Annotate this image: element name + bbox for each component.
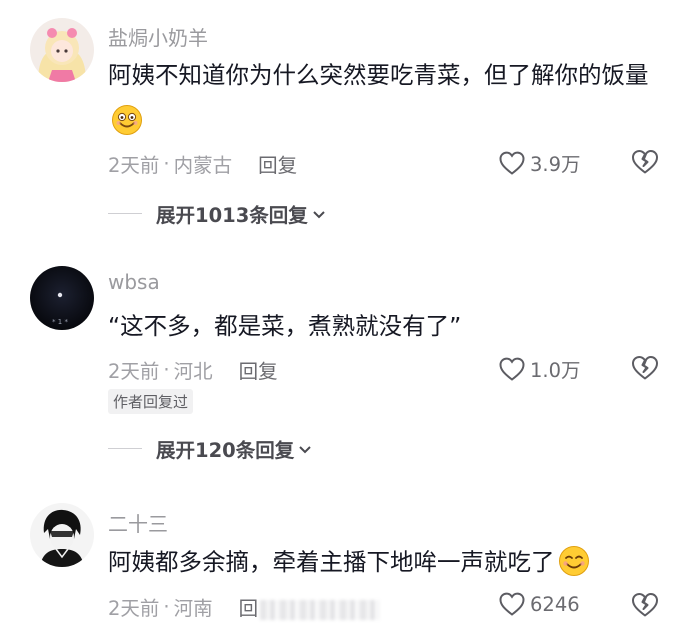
smile-emoji-icon <box>111 104 143 136</box>
avatar[interactable] <box>30 503 94 567</box>
divider-line <box>108 213 142 214</box>
comment-text: 阿姨都多余摘，牵着主播下地哞一声就吃了 <box>108 539 668 585</box>
heart-outline-icon <box>499 592 525 616</box>
smile-emoji-icon <box>558 545 590 577</box>
like-count: 6246 <box>530 592 580 616</box>
dislike-button[interactable] <box>630 591 660 622</box>
chevron-down-icon <box>312 202 326 225</box>
comment-time: 2天前 <box>108 597 160 620</box>
meta-separator: · <box>163 595 170 618</box>
heart-outline-icon <box>499 357 525 381</box>
reply-button[interactable]: 回复 <box>258 149 297 178</box>
blurred-overlay <box>260 599 381 620</box>
comment-meta: 2天前 · 内蒙古 回复 <box>108 149 297 178</box>
comment-time: 2天前 <box>108 360 160 383</box>
author-replied-badge: 作者回复过 <box>108 389 194 414</box>
broken-heart-icon <box>632 593 658 617</box>
meta-separator: · <box>163 358 170 381</box>
like-count: 3.9万 <box>530 153 581 176</box>
divider-line <box>108 448 142 449</box>
expand-replies-label: 展开1013条回复 <box>156 204 308 227</box>
comment-text: 阿姨不知道你为什么突然要吃青菜，但了解你的饭量 <box>108 52 668 144</box>
reply-button[interactable]: 回复 <box>239 355 278 384</box>
chevron-down-icon <box>298 437 312 460</box>
heart-outline-icon <box>499 151 525 175</box>
comment-text-content: “这不多，都是菜，煮熟就没有了” <box>108 312 462 340</box>
dislike-button[interactable] <box>630 148 660 179</box>
expand-replies-button[interactable]: 展开1013条回复 <box>108 199 326 228</box>
broken-heart-icon <box>632 150 658 174</box>
broken-heart-icon <box>632 356 658 380</box>
reply-button-label: 回 <box>238 597 259 620</box>
avatar[interactable]: * 1 * <box>30 266 94 330</box>
comment-list: 盐焗小奶羊 阿姨不知道你为什么突然要吃青菜，但了解你的饭量 2天前 · 内蒙古 … <box>0 0 690 623</box>
comment-text: “这不多，都是菜，煮熟就没有了” <box>108 303 668 349</box>
like-button[interactable]: 6246 <box>498 591 580 617</box>
expand-replies-button[interactable]: 展开120条回复 <box>108 434 312 463</box>
expand-replies-label: 展开120条回复 <box>156 439 295 462</box>
reply-button[interactable]: 回 <box>239 592 381 621</box>
comment-text-content: 阿姨都多余摘，牵着主播下地哞一声就吃了 <box>108 548 555 576</box>
comment-location: 河北 <box>173 360 213 383</box>
comment-meta: 2天前 · 河北 回复 <box>108 355 278 384</box>
like-count: 1.0万 <box>530 359 581 382</box>
avatar[interactable] <box>30 18 94 82</box>
comment-text-content: 阿姨不知道你为什么突然要吃青菜，但了解你的饭量 <box>108 61 649 89</box>
svg-text:* 1 *: * 1 * <box>52 318 68 326</box>
comment-username[interactable]: 盐焗小奶羊 <box>108 22 208 51</box>
dislike-button[interactable] <box>630 354 660 385</box>
like-button[interactable]: 3.9万 <box>498 148 581 177</box>
comment-username[interactable]: wbsa <box>108 270 160 294</box>
comment-meta: 2天前 · 河南 回 <box>108 592 381 621</box>
comment-location: 河南 <box>173 597 213 620</box>
comment-username[interactable]: 二十三 <box>108 508 168 537</box>
comment-location: 内蒙古 <box>173 154 233 177</box>
meta-separator: · <box>163 152 170 175</box>
comment-time: 2天前 <box>108 154 160 177</box>
like-button[interactable]: 1.0万 <box>498 354 581 383</box>
